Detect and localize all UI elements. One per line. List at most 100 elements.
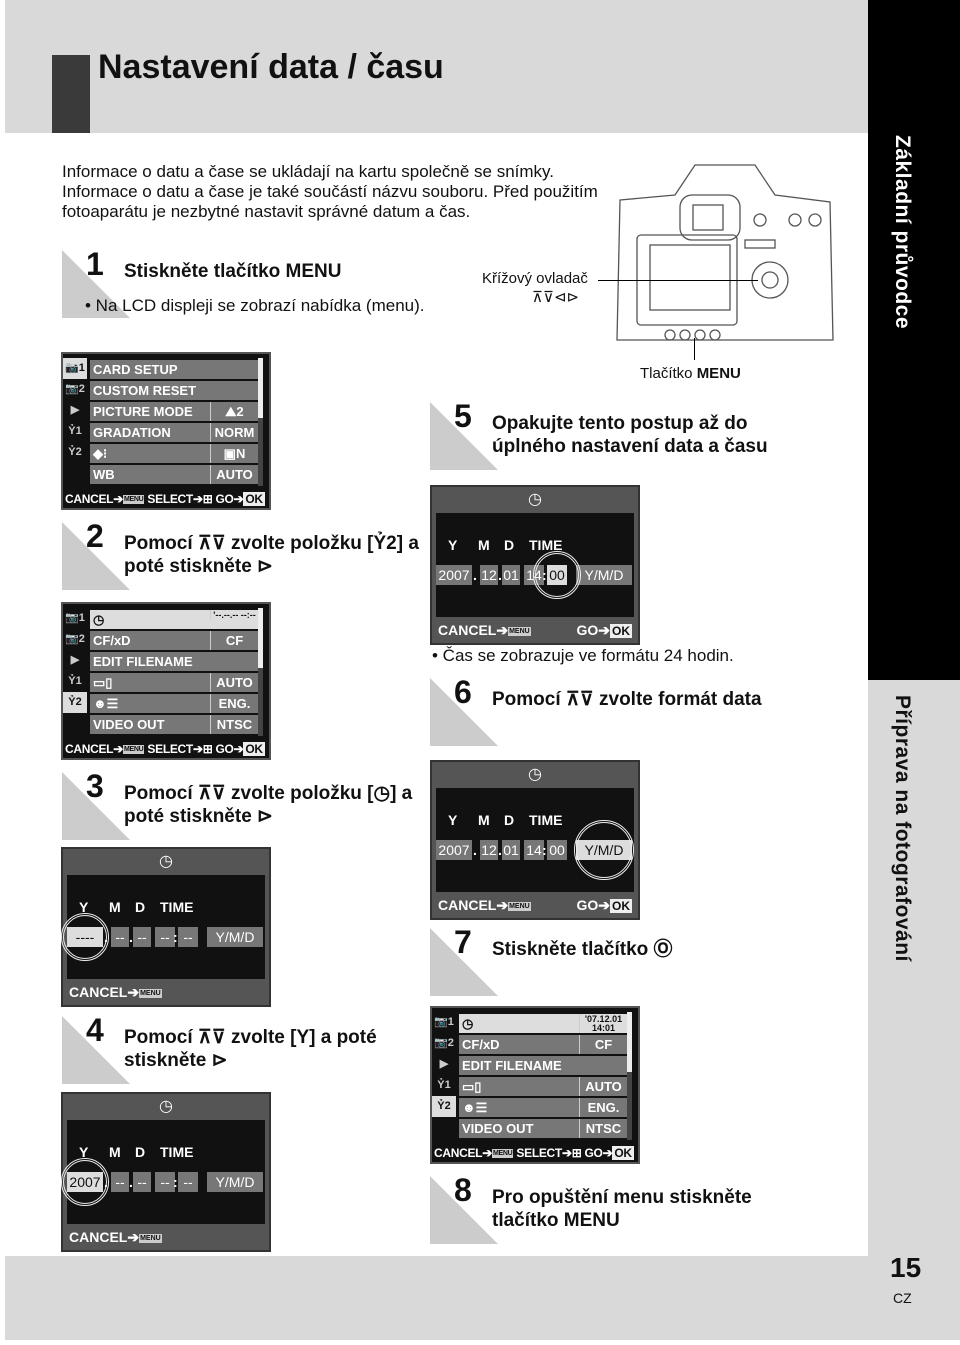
section-tab-preparation: Příprava na fotografování	[891, 695, 914, 962]
menu-tab[interactable]: 📷1	[63, 608, 87, 629]
menu-tab[interactable]: Ỷ2	[63, 442, 87, 463]
clock-icon: ◷	[528, 491, 542, 508]
select-hint: SELECT➔⊞	[144, 742, 216, 756]
selection-ring	[533, 551, 581, 599]
ok-button-icon: OK	[610, 624, 632, 638]
menu-item[interactable]: ▭▯ AUTO	[459, 1077, 627, 1096]
menu-item[interactable]: ▭▯ AUTO	[90, 673, 258, 692]
step-1-note: • Na LCD displeji se zobrazí nabídka (me…	[85, 296, 425, 315]
field-label: TIME	[529, 812, 563, 828]
date-field[interactable]: 2007	[436, 840, 472, 860]
menu-tab[interactable]: Ỷ2	[432, 1096, 456, 1117]
menu-item[interactable]: ☻☰ ENG.	[459, 1098, 627, 1117]
menu-scrollbar[interactable]	[258, 358, 263, 486]
menu-tab[interactable]: Ỷ1	[63, 671, 87, 692]
menu-item-label: CF/xD	[462, 1037, 500, 1052]
date-field[interactable]: --	[133, 1172, 151, 1192]
menu-item[interactable]: EDIT FILENAME	[459, 1056, 627, 1075]
date-format-field[interactable]: Y/M/D	[207, 1172, 263, 1192]
menu-item[interactable]: ☻☰ ENG.	[90, 694, 258, 713]
menu-scrollbar[interactable]	[258, 608, 263, 736]
field-label: TIME	[160, 899, 194, 915]
menu-tab[interactable]: 📷1	[63, 358, 87, 379]
menu-item-value: CF	[210, 631, 258, 650]
date-panel: Y M D TIME 2007 -- -- -- --..: Y/M/D	[61, 1120, 265, 1224]
date-field[interactable]: --	[111, 1172, 129, 1192]
menu-item[interactable]: GRADATION NORM	[90, 423, 258, 442]
date-field[interactable]: 2007	[436, 565, 472, 585]
menu-button-icon: MENU	[139, 1233, 162, 1243]
separator: .	[473, 842, 477, 858]
date-field[interactable]: 00	[547, 840, 567, 860]
menu-tab[interactable]: 📷2	[63, 629, 87, 650]
menu-tab[interactable]: Ỷ1	[63, 421, 87, 442]
menu-item[interactable]: ◆⁝ ▣N	[90, 444, 258, 463]
menu-item-value: NTSC	[579, 1119, 627, 1138]
menu-item-label: CUSTOM RESET	[93, 383, 197, 398]
menu-item-label: VIDEO OUT	[93, 717, 165, 732]
select-hint: SELECT➔⊞	[513, 1146, 585, 1160]
menu-item[interactable]: ◷ '--.--.-- --:--	[90, 610, 258, 629]
menu-tab[interactable]: 📷1	[432, 1012, 456, 1033]
cancel-hint: CANCEL➔	[65, 492, 123, 506]
date-field[interactable]: --	[178, 1172, 198, 1192]
menu-scrollbar[interactable]	[627, 1012, 632, 1140]
menu-item[interactable]: PICTURE MODE ⛰2	[90, 402, 258, 421]
date-field[interactable]: --	[155, 927, 175, 947]
date-field[interactable]: 12	[480, 840, 498, 860]
footer-band	[5, 1256, 868, 1340]
menu-item[interactable]: VIDEO OUT NTSC	[90, 715, 258, 734]
menu-item-label: VIDEO OUT	[462, 1121, 534, 1136]
date-screen-year: ◷ Y M D TIME 2007 -- -- -- --..: Y/M/D CANCEL➔MENU	[61, 1092, 271, 1252]
field-label: TIME	[160, 1144, 194, 1160]
menu-item-label: PICTURE MODE	[93, 404, 193, 419]
date-format-field[interactable]: Y/M/D	[207, 927, 263, 947]
menu-item-value: CF	[579, 1035, 627, 1054]
menu-item[interactable]: CARD SETUP	[90, 360, 258, 379]
menu-item-label: EDIT FILENAME	[462, 1058, 562, 1073]
clock-icon: ◷	[159, 1098, 173, 1115]
menu-tab[interactable]: Ỷ2	[63, 692, 87, 713]
go-hint: GO➔	[584, 1146, 613, 1160]
date-field[interactable]: --	[178, 927, 198, 947]
cancel-hint: CANCEL➔	[65, 742, 123, 756]
section-tab-basic-guide: Základní průvodce	[891, 135, 914, 330]
menu-item[interactable]: VIDEO OUT NTSC	[459, 1119, 627, 1138]
menu-item-value: AUTO	[210, 673, 258, 692]
menu-tab[interactable]: Ỷ1	[432, 1075, 456, 1096]
sidebar-section-prep	[868, 680, 960, 1240]
date-field[interactable]: 12	[480, 565, 498, 585]
menu-tabs: 📷1 📷2 ▶ Ỷ1 Ỷ2	[63, 608, 87, 736]
menu-item-label: ◷	[93, 612, 105, 627]
field-label: D	[504, 537, 515, 553]
go-hint: GO➔ OK	[576, 622, 632, 639]
menu-tab[interactable]: 📷2	[432, 1033, 456, 1054]
menu-screen-setup: 📷1 📷2 ▶ Ỷ1 Ỷ2 ◷ '--.--.-- --:-- CF/xD CF EDIT FIL…	[61, 602, 271, 760]
menu-item[interactable]: CF/xD CF	[459, 1035, 627, 1054]
date-field[interactable]: --	[111, 927, 129, 947]
date-field[interactable]: 14	[524, 840, 544, 860]
menu-item[interactable]: CF/xD CF	[90, 631, 258, 650]
menu-tab[interactable]: ▶	[432, 1054, 456, 1075]
date-field[interactable]: 01	[502, 840, 520, 860]
date-format-field[interactable]: Y/M/D	[576, 565, 632, 585]
menu-item[interactable]: CUSTOM RESET	[90, 381, 258, 400]
go-text: GO➔	[576, 622, 610, 638]
menu-button-icon: MENU	[508, 901, 531, 911]
page-title: Nastavení data / času	[98, 48, 444, 86]
menu-screen-setup-done: 📷1 📷2 ▶ Ỷ1 Ỷ2 ◷ '07.12.01 14:01 CF/xD CF EDIT FIL…	[430, 1006, 640, 1164]
menu-tab[interactable]: ▶	[63, 650, 87, 671]
menu-tab[interactable]: 📷2	[63, 379, 87, 400]
date-field[interactable]: --	[155, 1172, 175, 1192]
menu-tab[interactable]: ▶	[63, 400, 87, 421]
menu-item-label: CARD SETUP	[93, 362, 178, 377]
field-label: Y	[448, 812, 458, 828]
date-field[interactable]: 01	[502, 565, 520, 585]
date-field[interactable]: --	[133, 927, 151, 947]
menu-item[interactable]: WB AUTO	[90, 465, 258, 484]
ok-button-icon: OK	[243, 742, 265, 756]
menu-item-label: ◷	[462, 1016, 474, 1031]
go-text: GO➔	[576, 897, 610, 913]
menu-item[interactable]: ◷ '07.12.01 14:01	[459, 1014, 627, 1033]
menu-item[interactable]: EDIT FILENAME	[90, 652, 258, 671]
